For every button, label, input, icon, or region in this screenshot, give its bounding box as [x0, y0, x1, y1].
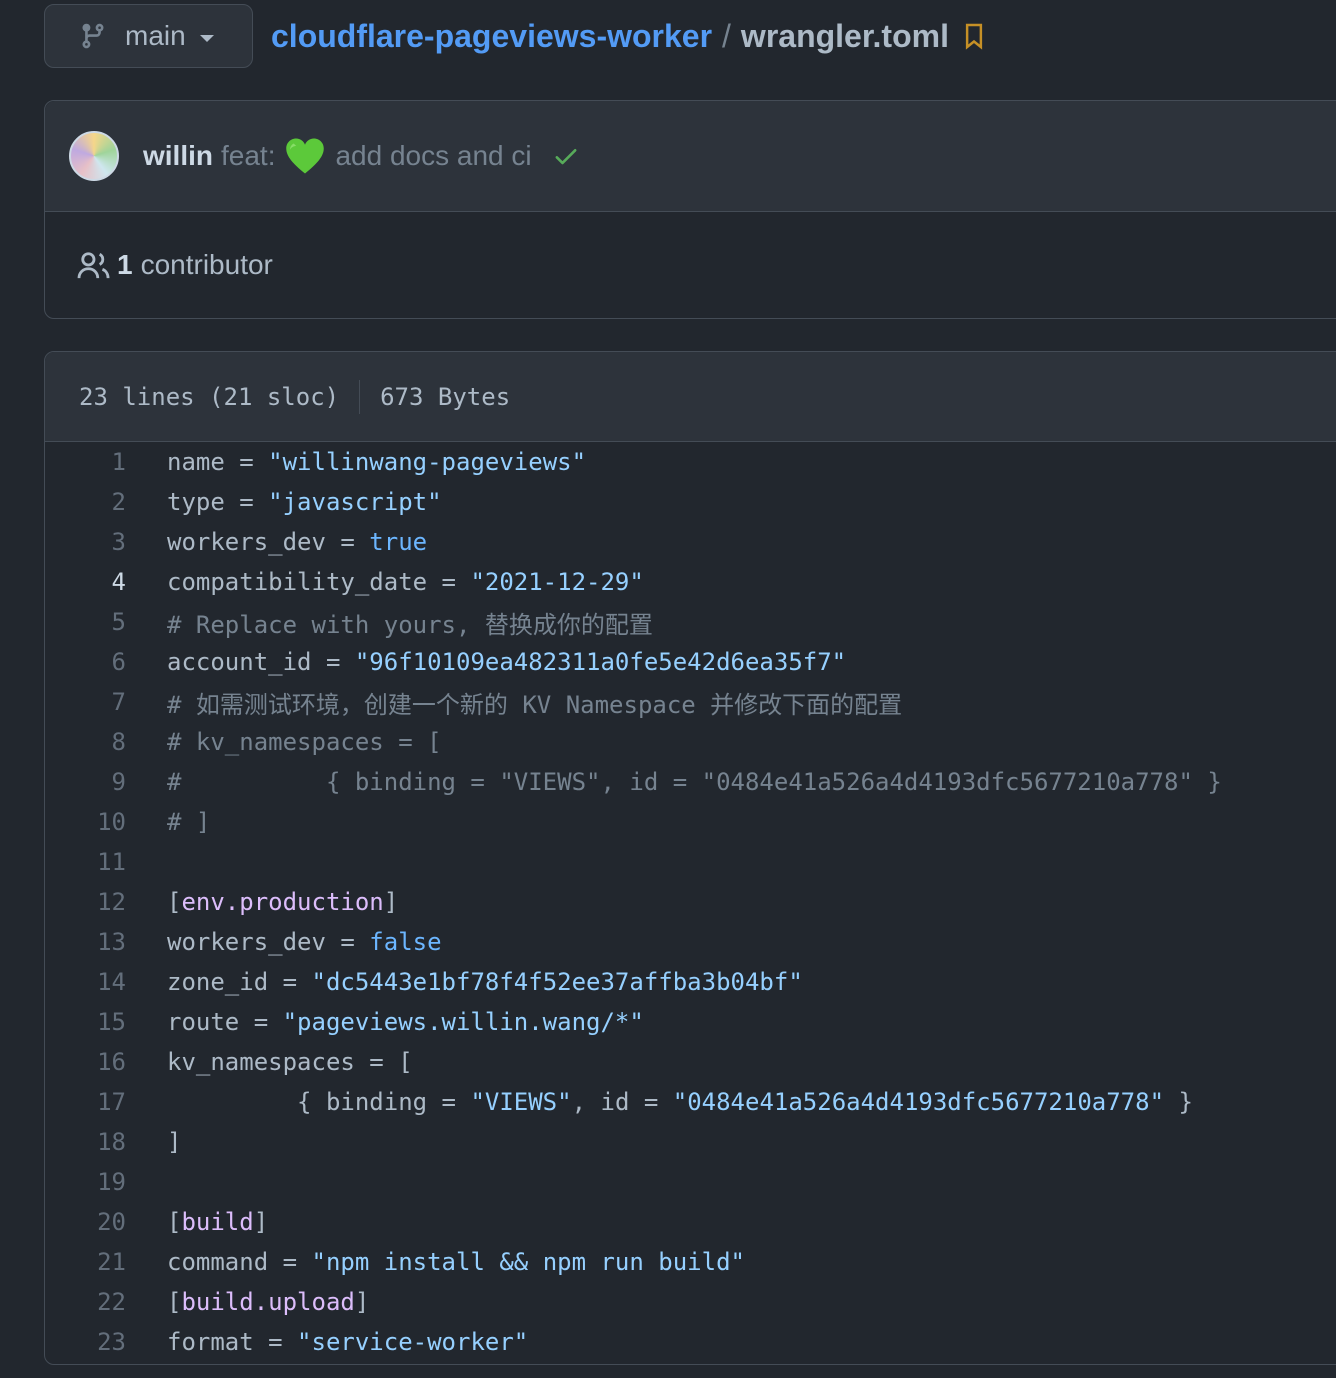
line-number[interactable]: 1 — [45, 448, 126, 476]
code-line: 7 # 如需测试环境，创建一个新的 KV Namespace 并修改下面的配置 — [45, 682, 1336, 722]
code-body: 1 name = "willinwang-pageviews" 2 type = "j… — [45, 442, 1336, 1362]
file-nav-bar: main cloudflare-pageviews-worker / wrang… — [0, 0, 1336, 72]
line-number[interactable]: 15 — [45, 1008, 126, 1036]
header-divider — [359, 379, 361, 414]
line-content: name = "willinwang-pageviews" — [167, 448, 587, 476]
line-content: # { binding = "VIEWS", id = "0484e41a526… — [167, 768, 1222, 796]
breadcrumb: cloudflare-pageviews-worker / wrangler.t… — [271, 14, 985, 58]
line-number[interactable]: 4 — [45, 568, 126, 596]
line-number[interactable]: 20 — [45, 1208, 126, 1236]
line-content: [env.production] — [167, 888, 399, 916]
line-number[interactable]: 18 — [45, 1128, 126, 1156]
avatar[interactable] — [69, 131, 119, 181]
line-content: format = "service-worker" — [167, 1328, 529, 1356]
line-number[interactable]: 12 — [45, 888, 126, 916]
commit-message[interactable]: add docs and ci — [335, 140, 531, 172]
code-line: 20 [build] — [45, 1202, 1336, 1242]
chevron-down-icon — [199, 34, 214, 42]
line-number[interactable]: 21 — [45, 1248, 126, 1276]
line-number[interactable]: 11 — [45, 848, 126, 876]
branch-selector-button[interactable]: main — [44, 4, 253, 68]
line-content: command = "npm install && npm run build" — [167, 1248, 745, 1276]
code-line: 5 # Replace with yours, 替换成你的配置 — [45, 602, 1336, 642]
file-name: wrangler.toml — [740, 17, 949, 54]
code-line: 21 command = "npm install && npm run buil… — [45, 1242, 1336, 1282]
line-content: ] — [167, 1128, 182, 1156]
code-line: 15 route = "pageviews.willin.wang/*" — [45, 1002, 1336, 1042]
line-number[interactable]: 16 — [45, 1048, 126, 1076]
line-number[interactable]: 17 — [45, 1088, 126, 1116]
line-number[interactable]: 14 — [45, 968, 126, 996]
line-content: zone_id = "dc5443e1bf78f4f52ee37affba3b0… — [167, 968, 803, 996]
commit-message-prefix[interactable]: feat: — [221, 140, 275, 172]
git-branch-icon — [82, 23, 104, 49]
latest-commit-row: willin feat: add docs and ci — [45, 101, 1336, 212]
line-content: kv_namespaces = [ — [167, 1048, 413, 1076]
line-content: # kv_namespaces = [ — [167, 728, 442, 756]
code-line: 11 — [45, 842, 1336, 882]
bookmark-icon[interactable] — [963, 21, 985, 51]
contributor-label: contributor — [140, 249, 273, 280]
code-line: 13 workers_dev = false — [45, 922, 1336, 962]
line-content: # ] — [167, 808, 211, 836]
code-line: 9 # { binding = "VIEWS", id = "0484e41a52… — [45, 762, 1336, 802]
line-number[interactable]: 8 — [45, 728, 126, 756]
line-number[interactable]: 23 — [45, 1328, 126, 1356]
line-content: [build.upload] — [167, 1288, 370, 1316]
code-line: 3 workers_dev = true — [45, 522, 1336, 562]
branch-name: main — [125, 20, 186, 51]
file-header: 23 lines (21 sloc) 673 Bytes — [45, 352, 1336, 442]
line-content: account_id = "96f10109ea482311a0fe5e42d6… — [167, 648, 847, 676]
line-content: workers_dev = false — [167, 928, 442, 956]
breadcrumb-separator: / — [722, 17, 731, 54]
code-line: 1 name = "willinwang-pageviews" — [45, 442, 1336, 482]
commit-author[interactable]: willin — [143, 140, 213, 172]
contributor-count: 1 — [117, 249, 133, 280]
code-line: 6 account_id = "96f10109ea482311a0fe5e42d… — [45, 642, 1336, 682]
check-icon[interactable] — [552, 142, 580, 170]
line-content: workers_dev = true — [167, 528, 428, 556]
line-number[interactable]: 22 — [45, 1288, 126, 1316]
line-content: # 如需测试环境，创建一个新的 KV Namespace 并修改下面的配置 — [167, 690, 903, 719]
file-size: 673 Bytes — [380, 382, 511, 411]
line-content: route = "pageviews.willin.wang/*" — [167, 1008, 644, 1036]
repo-link[interactable]: cloudflare-pageviews-worker — [271, 18, 712, 55]
code-line: 16 kv_namespaces = [ — [45, 1042, 1336, 1082]
line-number[interactable]: 13 — [45, 928, 126, 956]
code-line: 22 [build.upload] — [45, 1282, 1336, 1322]
code-line: 19 — [45, 1162, 1336, 1202]
line-number[interactable]: 3 — [45, 528, 126, 556]
line-content: # Replace with yours, 替换成你的配置 — [167, 610, 653, 639]
file-viewer: 23 lines (21 sloc) 673 Bytes 1 name = "wi… — [44, 351, 1336, 1365]
line-content: compatibility_date = "2021-12-29" — [167, 568, 644, 596]
code-line: 12 [env.production] — [45, 882, 1336, 922]
line-content: [build] — [167, 1208, 269, 1236]
line-number[interactable]: 19 — [45, 1168, 126, 1196]
line-number[interactable]: 10 — [45, 808, 126, 836]
code-line: 2 type = "javascript" — [45, 482, 1336, 522]
code-line: 14 zone_id = "dc5443e1bf78f4f52ee37affba3… — [45, 962, 1336, 1002]
code-line: 17 { binding = "VIEWS", id = "0484e41a52… — [45, 1082, 1336, 1122]
line-number[interactable]: 5 — [45, 608, 126, 636]
line-content: type = "javascript" — [167, 488, 442, 516]
code-line: 10 # ] — [45, 802, 1336, 842]
line-number[interactable]: 9 — [45, 768, 126, 796]
people-icon — [77, 252, 110, 279]
contributors-row[interactable]: 1 contributor — [45, 212, 1336, 318]
line-number[interactable]: 6 — [45, 648, 126, 676]
file-line-count: 23 lines (21 sloc) — [79, 382, 340, 411]
code-line: 8 # kv_namespaces = [ — [45, 722, 1336, 762]
code-line: 18] — [45, 1122, 1336, 1162]
line-number[interactable]: 2 — [45, 488, 126, 516]
line-content: { binding = "VIEWS", id = "0484e41a526a4… — [167, 1088, 1193, 1116]
line-number[interactable]: 7 — [45, 688, 126, 716]
code-line: 23 format = "service-worker" — [45, 1322, 1336, 1362]
commit-box: willin feat: add docs and ci 1 contribut… — [44, 100, 1336, 319]
green-heart-icon — [286, 138, 325, 174]
code-line: 4 compatibility_date = "2021-12-29" — [45, 562, 1336, 602]
